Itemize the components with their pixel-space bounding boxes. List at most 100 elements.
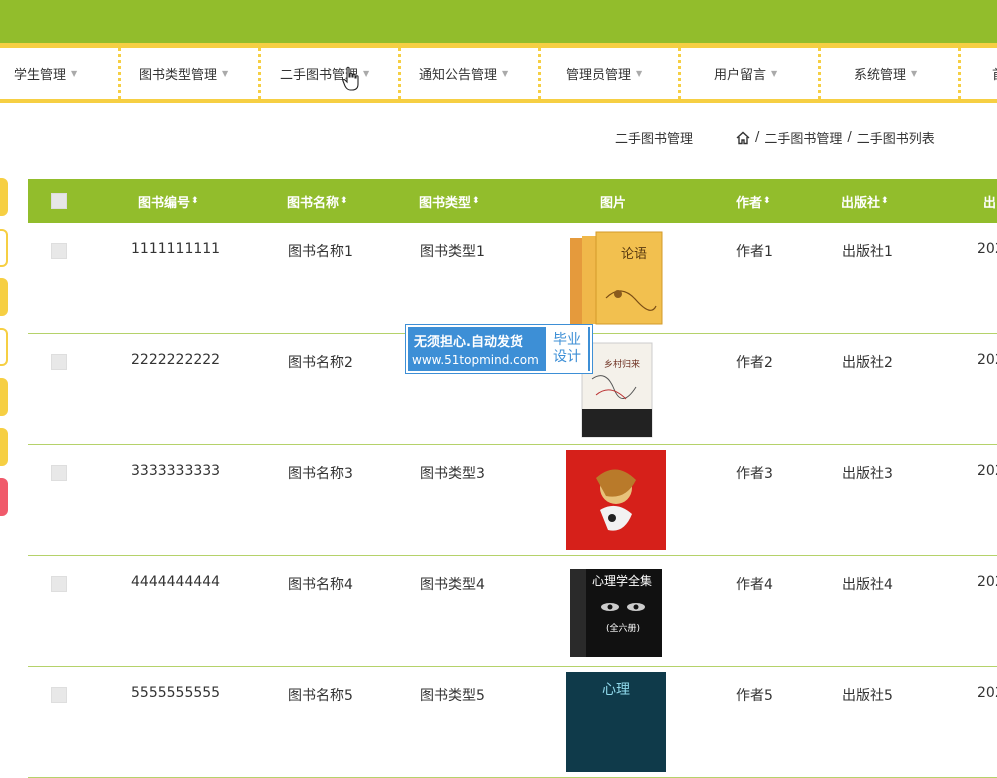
cover-subtitle: (全六册)	[606, 622, 640, 634]
sort-icon[interactable]: ⬍	[763, 196, 771, 206]
nav-divider	[678, 48, 681, 99]
cell-publisher: 出版社5	[842, 688, 893, 704]
table-row[interactable]: 4444444444 图书名称4 图书类型4 心理学全集 (全六册) 作者4 出…	[28, 556, 997, 667]
cover-title: 乡村归来	[604, 358, 640, 370]
watermark-badge: 毕业 设计	[546, 327, 588, 371]
side-tab[interactable]	[0, 328, 8, 366]
main-nav: 学生管理 ▼ 图书类型管理 ▼ 二手图书管理 ▼ 通知公告管理 ▼ 管理员管理 ▼ 用户留…	[0, 48, 997, 99]
cell-author: 作者2	[736, 355, 773, 371]
nav-divider	[118, 48, 121, 99]
hand-cursor-icon	[342, 66, 359, 91]
table-row[interactable]: 1111111111 图书名称1 图书类型1 论语 作者1 出版社1 202	[28, 223, 997, 334]
nav-divider	[398, 48, 401, 99]
cell-id: 4444444444	[131, 574, 221, 590]
cover-title: 心理学全集	[592, 573, 652, 588]
nav-divider	[258, 48, 261, 99]
table-header: 图书编号 ⬍ 图书名称 ⬍ 图书类型 ⬍ 图片 作者 ⬍ 出版社 ⬍ 出	[28, 179, 997, 223]
nav-accent-line	[0, 99, 997, 103]
cell-extra: 202	[977, 685, 997, 701]
side-tab[interactable]	[0, 378, 8, 416]
breadcrumb-separator: /	[755, 130, 760, 145]
home-icon[interactable]	[736, 131, 750, 145]
cell-id: 1111111111	[131, 241, 221, 257]
side-tab[interactable]	[0, 428, 8, 466]
breadcrumb: / 二手图书管理 / 二手图书列表	[736, 128, 935, 147]
cell-extra: 202	[977, 463, 997, 479]
cell-type: 图书类型5	[420, 688, 485, 704]
cell-author: 作者5	[736, 688, 773, 704]
caret-down-icon: ▼	[71, 69, 78, 78]
column-header-name[interactable]: 图书名称 ⬍	[287, 179, 348, 223]
cell-publisher: 出版社1	[842, 244, 893, 260]
breadcrumb-item: 二手图书列表	[856, 132, 935, 147]
cell-extra: 202	[977, 352, 997, 368]
column-header-id[interactable]: 图书编号 ⬍	[138, 179, 199, 223]
cell-publisher: 出版社2	[842, 355, 893, 371]
side-tab[interactable]	[0, 229, 8, 267]
caret-down-icon: ▼	[911, 69, 918, 78]
book-cover-image: 论语	[566, 228, 666, 328]
book-cover-image	[566, 450, 666, 550]
sort-icon[interactable]: ⬍	[191, 196, 199, 206]
cover-title: 心理	[602, 682, 630, 698]
cell-id: 3333333333	[131, 463, 221, 479]
cover-title: 论语	[621, 247, 647, 262]
table-row[interactable]: 3333333333 图书名称3 图书类型3 作者3 出版社3 202	[28, 445, 997, 556]
table-row[interactable]: 5555555555 图书名称5 图书类型5 心理 作者5 出版社5 202	[28, 667, 997, 778]
sort-icon[interactable]: ⬍	[881, 196, 889, 206]
sort-icon[interactable]: ⬍	[472, 196, 480, 206]
cell-publisher: 出版社4	[842, 577, 893, 593]
cell-type: 图书类型3	[420, 466, 485, 482]
cell-author: 作者3	[736, 466, 773, 482]
select-all-checkbox[interactable]	[51, 193, 67, 209]
cell-name: 图书名称3	[288, 466, 353, 482]
cell-id: 5555555555	[131, 685, 221, 701]
nav-divider	[958, 48, 961, 99]
cell-author: 作者4	[736, 577, 773, 593]
caret-down-icon: ▼	[502, 69, 509, 78]
top-header-bar	[0, 0, 997, 43]
cell-name: 图书名称1	[288, 244, 353, 260]
side-tab[interactable]	[0, 278, 8, 316]
column-header-extra[interactable]: 出	[983, 179, 996, 223]
nav-item-admins[interactable]: 管理员管理 ▼	[566, 48, 642, 99]
caret-down-icon: ▼	[771, 69, 778, 78]
column-header-type[interactable]: 图书类型 ⬍	[419, 179, 480, 223]
sort-icon[interactable]: ⬍	[340, 196, 348, 206]
row-checkbox[interactable]	[51, 243, 67, 259]
row-checkbox[interactable]	[51, 576, 67, 592]
breadcrumb-item[interactable]: 二手图书管理	[764, 128, 842, 147]
cell-extra: 202	[977, 574, 997, 590]
nav-item-book-types[interactable]: 图书类型管理 ▼	[139, 48, 228, 99]
book-cover-image: 心理	[566, 672, 666, 772]
side-tab-danger[interactable]	[0, 478, 8, 516]
nav-item-home[interactable]: 首	[992, 48, 997, 99]
nav-item-students[interactable]: 学生管理 ▼	[14, 48, 77, 99]
nav-item-notices[interactable]: 通知公告管理 ▼	[419, 48, 508, 99]
breadcrumb-separator: /	[847, 130, 852, 145]
page-header: 二手图书管理 / 二手图书管理 / 二手图书列表	[0, 120, 997, 152]
watermark-line1: 无须担心.自动发货	[414, 335, 523, 350]
book-cover-image: 心理学全集 (全六册)	[566, 561, 666, 661]
side-tab[interactable]	[0, 178, 8, 216]
cell-type: 图书类型1	[420, 244, 485, 260]
page-title: 二手图书管理	[615, 132, 694, 147]
caret-down-icon: ▼	[363, 69, 370, 78]
cell-author: 作者1	[736, 244, 773, 260]
cell-name: 图书名称4	[288, 577, 353, 593]
column-header-author[interactable]: 作者 ⬍	[736, 179, 771, 223]
cell-id: 2222222222	[131, 352, 221, 368]
row-checkbox[interactable]	[51, 354, 67, 370]
caret-down-icon: ▼	[222, 69, 229, 78]
nav-divider	[538, 48, 541, 99]
row-checkbox[interactable]	[51, 687, 67, 703]
nav-item-messages[interactable]: 用户留言 ▼	[714, 48, 777, 99]
cell-type: 图书类型4	[420, 577, 485, 593]
nav-item-system[interactable]: 系统管理 ▼	[854, 48, 917, 99]
cell-name: 图书名称5	[288, 688, 353, 704]
row-checkbox[interactable]	[51, 465, 67, 481]
caret-down-icon: ▼	[636, 69, 643, 78]
nav-divider	[818, 48, 821, 99]
column-header-publisher[interactable]: 出版社 ⬍	[841, 179, 889, 223]
cell-extra: 202	[977, 241, 997, 257]
